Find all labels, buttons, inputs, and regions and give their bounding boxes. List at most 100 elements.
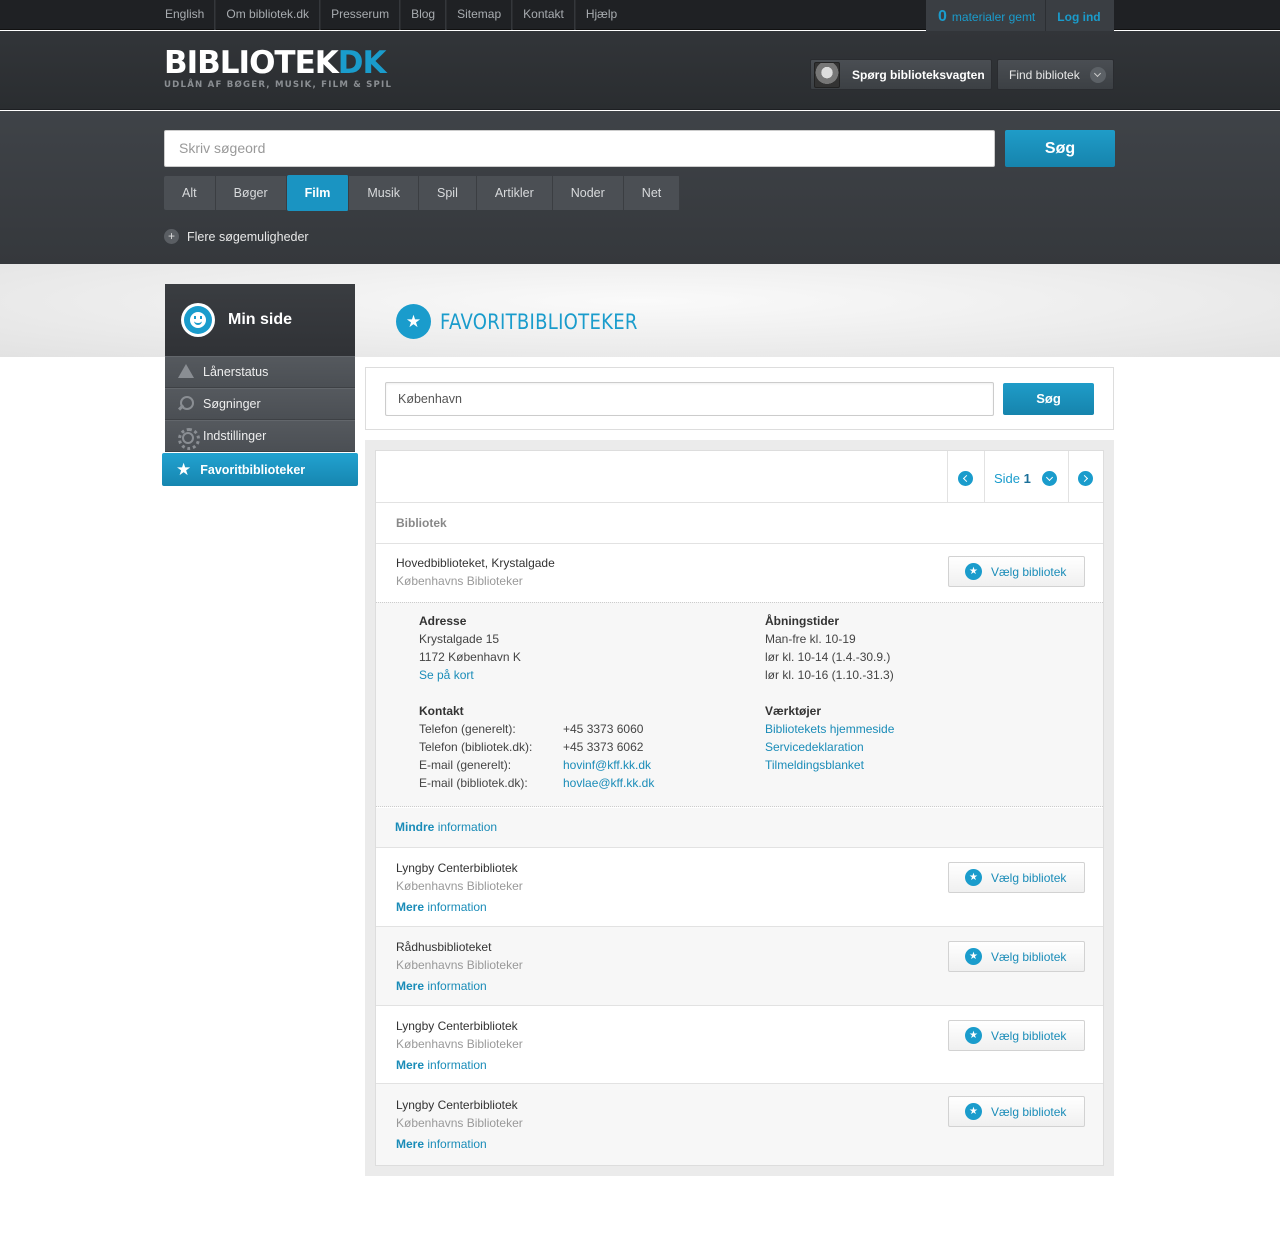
logo-accent: DK xyxy=(337,45,387,81)
address-line: Krystalgade 15 xyxy=(419,632,500,646)
saved-label[interactable]: materialer gemt xyxy=(952,10,1035,24)
email-link[interactable]: hovlae@kff.kk.dk xyxy=(563,776,654,790)
top-link-sitemap[interactable]: Sitemap xyxy=(446,0,513,30)
top-link-help[interactable]: Hjælp xyxy=(574,0,627,30)
ask-librarian-label: Spørg biblioteksvagten xyxy=(852,67,985,82)
top-bar: English Om bibliotek.dk Presserum Blog S… xyxy=(0,0,1280,34)
map-link[interactable]: Se på kort xyxy=(419,668,474,682)
address-line: 1172 København K xyxy=(419,650,521,664)
hours-line: lør kl. 10-14 (1.4.-30.9.) xyxy=(765,650,891,664)
sidebar: Min side Lånerstatus Søgninger Indstilli… xyxy=(162,284,358,486)
contact-value: +45 3373 6062 xyxy=(563,740,644,754)
select-library-button[interactable]: ★ Vælg bibliotek xyxy=(948,556,1085,587)
library-search-input[interactable]: København xyxy=(385,382,994,416)
top-link-blog[interactable]: Blog xyxy=(400,0,447,30)
triangle-icon xyxy=(177,363,195,381)
star-icon: ★ xyxy=(965,869,982,886)
top-link-about[interactable]: Om bibliotek.dk xyxy=(215,0,321,30)
library-org: Københavns Biblioteker xyxy=(396,1037,523,1051)
find-library-button[interactable]: Find bibliotek xyxy=(997,59,1114,90)
divider xyxy=(1045,0,1047,34)
search-icon xyxy=(177,395,195,413)
more-search-options-label: Flere søgemuligheder xyxy=(187,229,309,244)
tab-artikler[interactable]: Artikler xyxy=(477,176,553,210)
select-library-button[interactable]: ★ Vælg bibliotek xyxy=(948,1096,1085,1127)
select-library-label: Vælg bibliotek xyxy=(991,949,1067,964)
page-indicator: Side 1 xyxy=(994,471,1031,486)
library-name: Lyngby Centerbibliotek xyxy=(396,861,518,875)
prev-page-button[interactable] xyxy=(947,451,984,502)
contact-label: Telefon (bibliotek.dk): xyxy=(419,740,533,754)
star-icon: ★ xyxy=(396,304,431,339)
top-link-press[interactable]: Presserum xyxy=(320,0,401,30)
plus-icon: + xyxy=(164,229,179,244)
select-library-button[interactable]: ★ Vælg bibliotek xyxy=(948,862,1085,893)
star-icon: ★ xyxy=(176,459,192,479)
search-input[interactable]: Skriv søgeord xyxy=(164,130,995,167)
library-org: Københavns Biblioteker xyxy=(396,574,523,588)
top-link-contact[interactable]: Kontakt xyxy=(512,0,575,30)
tool-link[interactable]: Servicedeklaration xyxy=(765,740,864,754)
less-info-link[interactable]: Mindre information xyxy=(376,808,1103,848)
more-info-link[interactable]: Mere information xyxy=(396,979,487,993)
select-library-label: Vælg bibliotek xyxy=(991,1104,1067,1119)
more-info-link[interactable]: Mere information xyxy=(396,1058,487,1072)
select-library-label: Vælg bibliotek xyxy=(991,564,1067,579)
select-library-button[interactable]: ★ Vælg bibliotek xyxy=(948,1020,1085,1051)
library-name: Lyngby Centerbibliotek xyxy=(396,1019,518,1033)
tab-musik[interactable]: Musik xyxy=(349,176,419,210)
library-details: Adresse Krystalgade 15 1172 København K … xyxy=(376,602,1103,807)
tab-net[interactable]: Net xyxy=(624,176,681,210)
sidebar-item-searches[interactable]: Søgninger xyxy=(165,388,355,420)
hours-heading: Åbningstider xyxy=(765,614,839,628)
tab-alt[interactable]: Alt xyxy=(164,176,216,210)
search-button[interactable]: Søg xyxy=(1005,130,1115,167)
library-name: Lyngby Centerbibliotek xyxy=(396,1098,518,1112)
saved-materials-box: 0 materialer gemt Log ind xyxy=(926,0,1114,34)
library-search-button[interactable]: Søg xyxy=(1003,383,1094,415)
ask-librarian-button[interactable]: Spørg biblioteksvagten xyxy=(810,59,992,90)
sidebar-title: Min side xyxy=(228,311,293,328)
library-org: Københavns Biblioteker xyxy=(396,879,523,893)
top-link-english[interactable]: English xyxy=(155,0,216,30)
library-name: Rådhusbiblioteket xyxy=(396,940,492,954)
contact-heading: Kontakt xyxy=(419,704,464,718)
login-link[interactable]: Log ind xyxy=(1057,10,1100,24)
site-header: BIBLIOTEKDK UDLÅN AF BØGER, MUSIK, FILM … xyxy=(0,31,1280,110)
more-search-options[interactable]: + Flere søgemuligheder xyxy=(164,229,309,244)
star-icon: ★ xyxy=(965,1103,982,1120)
saved-count[interactable]: 0 xyxy=(938,8,947,26)
more-info-link[interactable]: Mere information xyxy=(396,1137,487,1151)
select-library-button[interactable]: ★ Vælg bibliotek xyxy=(948,941,1085,972)
librarian-avatar xyxy=(814,61,840,88)
select-library-label: Vælg bibliotek xyxy=(991,1028,1067,1043)
search-tabs: Alt Bøger Film Musik Spil Artikler Noder… xyxy=(164,175,681,211)
select-library-label: Vælg bibliotek xyxy=(991,870,1067,885)
chevron-down-icon xyxy=(1042,471,1057,486)
sidebar-item-settings[interactable]: Indstillinger xyxy=(165,420,355,452)
next-page-button[interactable] xyxy=(1068,451,1103,502)
star-icon: ★ xyxy=(965,563,982,580)
tool-link[interactable]: Bibliotekets hjemmeside xyxy=(765,722,894,736)
library-name: Hovedbiblioteket, Krystalgade xyxy=(396,556,555,570)
tab-film[interactable]: Film xyxy=(286,175,350,211)
more-info-link[interactable]: Mere information xyxy=(396,900,487,914)
sidebar-item-loan-status[interactable]: Lånerstatus xyxy=(165,356,355,388)
contact-value: +45 3373 6060 xyxy=(563,722,644,736)
tab-boger[interactable]: Bøger xyxy=(216,176,287,210)
logo-main: BIBLIOTEK xyxy=(164,45,339,81)
hours-line: lør kl. 10-16 (1.10.-31.3) xyxy=(765,668,894,682)
smiley-icon xyxy=(181,303,215,337)
chevron-down-icon xyxy=(1089,66,1106,83)
page-select[interactable]: Side 1 xyxy=(984,451,1068,502)
email-link[interactable]: hovinf@kff.kk.dk xyxy=(563,758,651,772)
tab-noder[interactable]: Noder xyxy=(553,176,624,210)
tool-link[interactable]: Tilmeldingsblanket xyxy=(765,758,864,772)
search-area: Skriv søgeord Søg Alt Bøger Film Musik S… xyxy=(0,111,1280,264)
sidebar-item-label: Søgninger xyxy=(203,397,261,411)
tab-spil[interactable]: Spil xyxy=(419,176,477,210)
list-item: Lyngby Centerbibliotek Københavns Biblio… xyxy=(376,848,1103,927)
sidebar-item-favorite-libraries[interactable]: ★ Favoritbiblioteker xyxy=(162,453,358,486)
star-icon: ★ xyxy=(965,948,982,965)
logo[interactable]: BIBLIOTEKDK UDLÅN AF BØGER, MUSIK, FILM … xyxy=(164,47,392,90)
